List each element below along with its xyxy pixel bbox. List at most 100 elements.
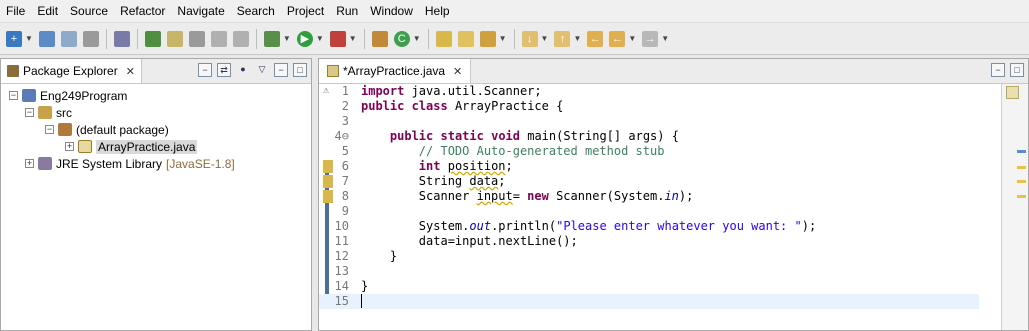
menu-refactor[interactable]: Refactor — [114, 0, 171, 22]
maximize-icon[interactable]: □ — [1010, 63, 1024, 77]
editor-view-buttons: − □ — [991, 63, 1024, 77]
package-explorer-tab-label: Package Explorer — [23, 64, 118, 78]
overview-ruler[interactable] — [1001, 84, 1028, 330]
save-all-icon[interactable] — [60, 30, 77, 47]
external-tools-icon[interactable] — [329, 30, 346, 47]
external-tools-dropdown-icon[interactable]: ▼ — [349, 34, 357, 43]
menu-navigate[interactable]: Navigate — [171, 0, 230, 22]
package-explorer-icon — [7, 65, 19, 77]
search-dropdown-icon[interactable]: ▼ — [499, 34, 507, 43]
tab-package-explorer[interactable]: Package Explorer ✕ — [1, 59, 142, 83]
code-line: 6 int position; — [341, 159, 513, 173]
back-dropdown-icon[interactable]: ▼ — [628, 34, 636, 43]
menu-edit[interactable]: Edit — [31, 0, 64, 22]
code-line: 13 — [334, 264, 349, 278]
view-menu-icon[interactable]: ▽ — [255, 63, 269, 77]
new-java-class-icon[interactable]: C — [393, 30, 410, 47]
code-line: 9 — [341, 204, 349, 218]
open-type-icon[interactable] — [435, 30, 452, 47]
link-with-editor-icon[interactable]: ⇄ — [217, 63, 231, 77]
overview-marker[interactable] — [1017, 150, 1026, 153]
toolbar-separator — [255, 28, 257, 49]
maximize-icon[interactable]: □ — [293, 63, 307, 77]
code-line: 7 String data; — [341, 174, 506, 188]
java-file-icon — [78, 140, 92, 153]
new-dropdown-icon[interactable]: ▼ — [25, 34, 33, 43]
toolbar-separator — [136, 28, 138, 49]
code-line: 5 // TODO Auto-generated method stub — [341, 144, 665, 158]
focus-icon[interactable]: ● — [236, 63, 250, 77]
previous-annotation-dropdown-icon[interactable]: ▼ — [573, 34, 581, 43]
collapse-icon[interactable]: − — [9, 91, 18, 100]
menu-source[interactable]: Source — [64, 0, 114, 22]
next-annotation-icon[interactable]: ↓ — [521, 30, 538, 47]
minimize-icon[interactable]: − — [274, 63, 288, 77]
previous-annotation-icon[interactable]: ↑ — [554, 30, 571, 47]
library-icon — [38, 157, 52, 170]
block-selection-icon[interactable] — [210, 30, 227, 47]
close-icon[interactable]: ✕ — [126, 65, 135, 78]
minimize-icon[interactable]: − — [991, 63, 1005, 77]
last-edit-location-icon[interactable]: ← — [587, 30, 604, 47]
print-icon[interactable] — [82, 30, 99, 47]
toggle-mark-occurrences-icon[interactable] — [166, 30, 183, 47]
code-line: 11 data=input.nextLine(); — [334, 234, 578, 248]
bug-debug-icon[interactable] — [263, 30, 280, 47]
tree-item-label: (default package) — [76, 122, 169, 137]
overview-marker[interactable] — [1017, 180, 1026, 183]
menu-search[interactable]: Search — [231, 0, 281, 22]
toggle-breadcrumb-icon[interactable] — [188, 30, 205, 47]
overview-marker[interactable] — [1017, 195, 1026, 198]
code-line: 8 Scanner input= new Scanner(System.in); — [341, 189, 694, 203]
tree-item-src[interactable]: − src — [25, 104, 72, 121]
debug-dropdown-icon[interactable]: ▼ — [283, 34, 291, 43]
java-editor: *ArrayPractice.java ✕ − □ ⚠ 1 import java… — [318, 58, 1029, 331]
collapse-all-icon[interactable]: − — [198, 63, 212, 77]
expand-icon[interactable]: + — [25, 159, 34, 168]
package-explorer-view-buttons: − ⇄ ● ▽ − □ — [198, 63, 307, 77]
code-line: 2 public class ArrayPractice { — [341, 99, 564, 113]
tree-item-jre-library[interactable]: + JRE System Library [JavaSE-1.8] — [25, 155, 235, 172]
code-line: 12 } — [334, 249, 398, 263]
menu-project[interactable]: Project — [281, 0, 330, 22]
menu-file[interactable]: File — [0, 0, 31, 22]
save-icon[interactable] — [38, 30, 55, 47]
new-class-dropdown-icon[interactable]: ▼ — [413, 34, 421, 43]
code-line: 14} — [334, 279, 369, 293]
expand-icon[interactable]: + — [65, 142, 74, 151]
tree-item-label: JRE System Library — [56, 156, 163, 171]
code-area[interactable]: ⚠ 1 import java.util.Scanner; 2 public cla… — [319, 84, 1028, 330]
skip-breakpoints-icon[interactable] — [113, 30, 130, 47]
show-whitespace-icon[interactable] — [232, 30, 249, 47]
new-icon[interactable]: + — [6, 30, 22, 47]
package-explorer-tabbar: Package Explorer ✕ − ⇄ ● ▽ − □ — [1, 59, 311, 84]
menu-help[interactable]: Help — [419, 0, 456, 22]
search-icon[interactable] — [479, 30, 496, 47]
collapse-icon[interactable]: − — [45, 125, 54, 134]
tab-arraypractice-java[interactable]: *ArrayPractice.java ✕ — [319, 59, 472, 83]
tree-item-default-package[interactable]: − (default package) — [45, 121, 169, 138]
tree-item-label: Eng249Program — [40, 88, 128, 103]
run-icon[interactable]: ▶ — [296, 30, 313, 47]
close-icon[interactable]: ✕ — [453, 65, 462, 78]
new-java-package-icon[interactable] — [371, 30, 388, 47]
run-dropdown-icon[interactable]: ▼ — [316, 34, 324, 43]
source-folder-icon — [38, 106, 52, 119]
code-line: 3 — [341, 114, 349, 128]
menu-window[interactable]: Window — [364, 0, 419, 22]
debug-icon[interactable] — [144, 30, 161, 47]
open-task-icon[interactable] — [457, 30, 474, 47]
tree-item-project[interactable]: − Eng249Program — [9, 87, 127, 104]
forward-icon[interactable]: → — [642, 30, 659, 47]
collapse-icon[interactable]: − — [25, 108, 34, 117]
back-icon[interactable]: ← — [609, 30, 626, 47]
overview-marker[interactable] — [1017, 166, 1026, 169]
warning-summary-icon[interactable] — [1006, 86, 1019, 99]
menu-bar: File Edit Source Refactor Navigate Searc… — [0, 0, 1029, 23]
next-annotation-dropdown-icon[interactable]: ▼ — [541, 34, 549, 43]
toolbar-separator — [427, 28, 429, 49]
tree-item-arraypractice-java[interactable]: + ArrayPractice.java — [65, 138, 198, 155]
forward-dropdown-icon[interactable]: ▼ — [661, 34, 669, 43]
editor-tabbar: *ArrayPractice.java ✕ − □ — [319, 59, 1028, 84]
menu-run[interactable]: Run — [330, 0, 364, 22]
